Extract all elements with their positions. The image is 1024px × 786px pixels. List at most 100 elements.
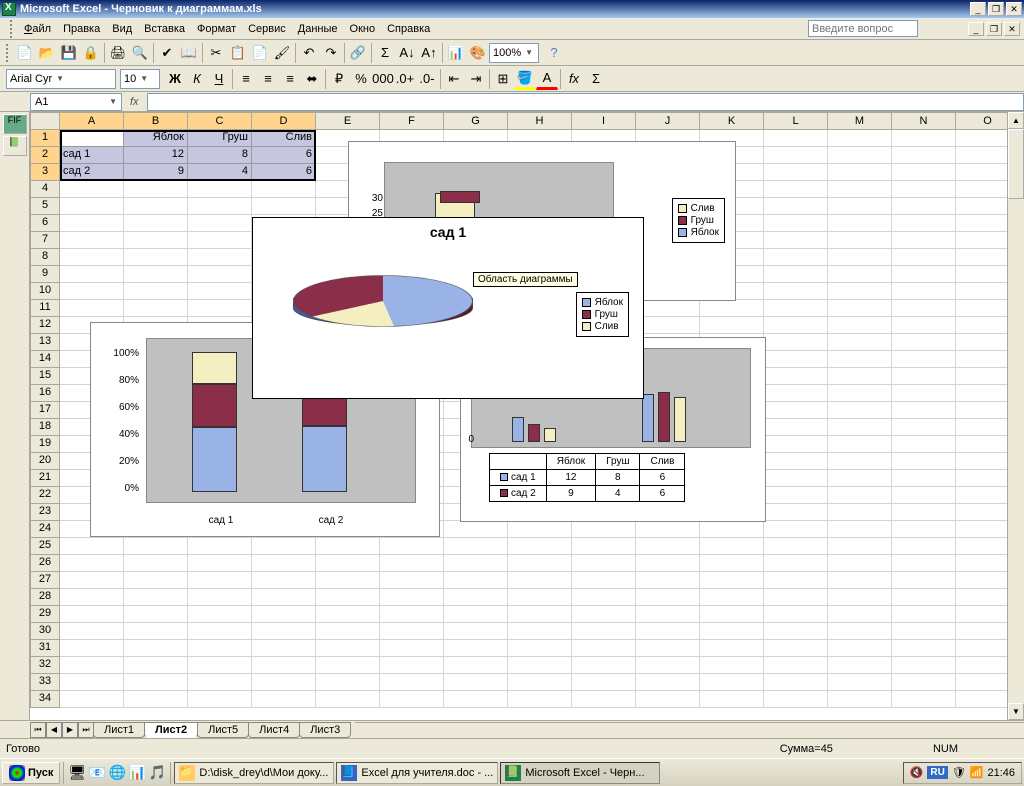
cell[interactable]: [892, 504, 956, 521]
doc-restore-button[interactable]: ❐: [986, 22, 1002, 36]
cell[interactable]: [892, 266, 956, 283]
cell[interactable]: [252, 657, 316, 674]
row-header[interactable]: 32: [30, 657, 60, 674]
cell[interactable]: [636, 572, 700, 589]
col-header[interactable]: H: [508, 112, 572, 130]
cell[interactable]: [60, 640, 124, 657]
cell[interactable]: [636, 606, 700, 623]
name-box[interactable]: A1▼: [30, 93, 122, 111]
cell[interactable]: [188, 589, 252, 606]
cell[interactable]: 6: [252, 164, 316, 181]
cell[interactable]: [764, 130, 828, 147]
format-painter-icon[interactable]: 🖌: [271, 42, 293, 64]
currency-icon[interactable]: ₽: [328, 68, 350, 90]
row-header[interactable]: 16: [30, 385, 60, 402]
cell[interactable]: [508, 589, 572, 606]
cell[interactable]: [764, 606, 828, 623]
cell[interactable]: [252, 572, 316, 589]
cell[interactable]: [124, 606, 188, 623]
row-header[interactable]: 7: [30, 232, 60, 249]
cell[interactable]: [828, 164, 892, 181]
minimize-button[interactable]: _: [970, 2, 986, 16]
cell[interactable]: [828, 623, 892, 640]
cell[interactable]: [700, 317, 764, 334]
sort-desc-icon[interactable]: A↑: [418, 42, 440, 64]
cell[interactable]: [252, 589, 316, 606]
cell[interactable]: [444, 640, 508, 657]
menu-format[interactable]: Формат: [191, 21, 242, 37]
cell[interactable]: [892, 606, 956, 623]
cell[interactable]: [572, 691, 636, 708]
cell[interactable]: [636, 521, 700, 538]
col-header[interactable]: N: [892, 112, 956, 130]
cell[interactable]: 4: [188, 164, 252, 181]
cell[interactable]: [892, 164, 956, 181]
increase-indent-icon[interactable]: ⇥: [465, 68, 487, 90]
redo-icon[interactable]: ↷: [320, 42, 342, 64]
quicklaunch-icon[interactable]: 🌐: [107, 763, 127, 783]
cell[interactable]: [60, 589, 124, 606]
cell[interactable]: [764, 538, 828, 555]
cell[interactable]: [188, 572, 252, 589]
cell[interactable]: [124, 181, 188, 198]
cell[interactable]: [188, 232, 252, 249]
col-header[interactable]: B: [124, 112, 188, 130]
cell[interactable]: [60, 215, 124, 232]
cell[interactable]: [764, 674, 828, 691]
cell[interactable]: [316, 589, 380, 606]
menu-view[interactable]: Вид: [106, 21, 138, 37]
cell[interactable]: [828, 504, 892, 521]
cell[interactable]: Слив: [252, 130, 316, 147]
fill-color-icon[interactable]: 🪣: [514, 68, 536, 90]
align-left-icon[interactable]: ≡: [235, 68, 257, 90]
cell[interactable]: [636, 657, 700, 674]
cell[interactable]: [316, 538, 380, 555]
row-header[interactable]: 34: [30, 691, 60, 708]
cell[interactable]: [188, 266, 252, 283]
cell[interactable]: [764, 555, 828, 572]
cell[interactable]: [828, 572, 892, 589]
fx-icon[interactable]: fx: [130, 96, 139, 108]
menu-insert[interactable]: Вставка: [138, 21, 191, 37]
cell[interactable]: [60, 198, 124, 215]
cell[interactable]: [828, 351, 892, 368]
row-header[interactable]: 14: [30, 351, 60, 368]
cell[interactable]: [636, 300, 700, 317]
cell[interactable]: [188, 198, 252, 215]
cell[interactable]: [252, 691, 316, 708]
scroll-thumb[interactable]: [1008, 129, 1024, 199]
cell[interactable]: [124, 538, 188, 555]
panel-icon[interactable]: FIF: [3, 114, 27, 134]
cell[interactable]: [764, 453, 828, 470]
row-header[interactable]: 22: [30, 487, 60, 504]
menu-edit[interactable]: Правка: [57, 21, 106, 37]
cell[interactable]: [380, 606, 444, 623]
cell[interactable]: [316, 606, 380, 623]
cell[interactable]: [828, 555, 892, 572]
cell[interactable]: [828, 249, 892, 266]
font-size-combo[interactable]: 10▼: [120, 69, 160, 89]
row-header[interactable]: 31: [30, 640, 60, 657]
cell[interactable]: [828, 691, 892, 708]
sheet-tab[interactable]: Лист5: [197, 722, 249, 738]
menu-help[interactable]: Справка: [381, 21, 436, 37]
row-header[interactable]: 15: [30, 368, 60, 385]
cell[interactable]: [252, 555, 316, 572]
font-combo[interactable]: Arial Cyr▼: [6, 69, 116, 89]
cell[interactable]: [444, 674, 508, 691]
cell[interactable]: [892, 538, 956, 555]
row-header[interactable]: 11: [30, 300, 60, 317]
cell[interactable]: [124, 249, 188, 266]
cell[interactable]: [892, 470, 956, 487]
cell[interactable]: [764, 334, 828, 351]
autosum-icon[interactable]: Σ: [374, 42, 396, 64]
menu-tools[interactable]: Сервис: [242, 21, 292, 37]
cell[interactable]: [892, 555, 956, 572]
print-icon[interactable]: 🖨: [107, 42, 129, 64]
cell[interactable]: [124, 215, 188, 232]
cell[interactable]: 12: [124, 147, 188, 164]
cell[interactable]: [892, 453, 956, 470]
tab-prev-icon[interactable]: ◀: [46, 722, 62, 738]
cell[interactable]: [188, 640, 252, 657]
cell[interactable]: [764, 232, 828, 249]
